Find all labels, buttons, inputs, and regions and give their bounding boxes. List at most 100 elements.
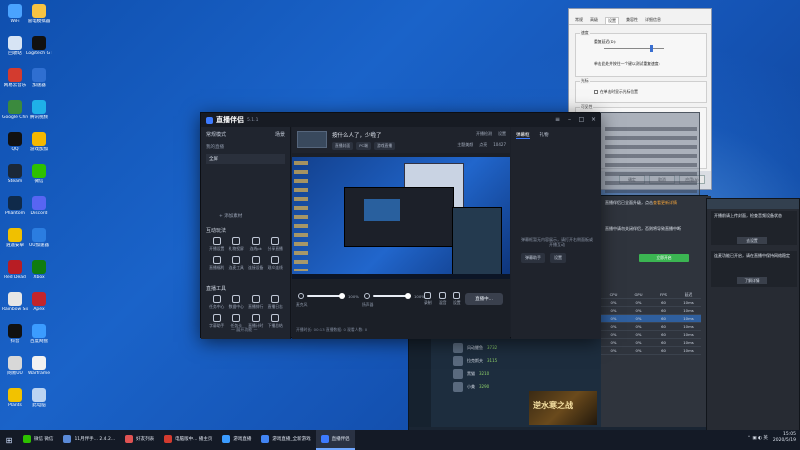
desktop-icon[interactable]: 腾讯视频 [26,100,52,120]
dialog-tab[interactable]: 高级 [590,17,598,24]
tool-item[interactable]: 直播排行 [246,295,266,310]
tool-item[interactable]: 分享直播 [266,237,286,252]
taskbar-item[interactable]: 11月伴手... 2.4.2... [58,430,120,450]
desktop-icon[interactable]: Google Chrome [2,100,28,120]
chat-settings-button[interactable]: 设置 [550,253,566,263]
desktop-icon[interactable]: Red Dead [2,260,28,280]
desktop-icon[interactable]: Logitech G HUB [26,36,52,56]
desktop-icon[interactable]: 网易云音乐 [2,68,28,88]
tool-item[interactable]: 观众连线 [266,256,286,271]
popup-learn-more-button[interactable]: 了解详情 [737,277,767,284]
clock[interactable]: 15:05 2020/5/19 [773,432,796,444]
mixer-control[interactable]: 混音 [439,292,447,306]
windows-start-icon[interactable]: ⊞ [0,430,18,450]
desktop-icon[interactable]: 游戏加加 [26,132,52,152]
tool-item[interactable]: 连接设备 [246,256,266,271]
stats-row[interactable]: 0% 0% 60 10ms [601,315,701,323]
popup-settings-button[interactable]: 去设置 [737,237,767,244]
dialog-tab[interactable]: 详细信息 [645,17,661,24]
viewer-item[interactable]: 拉克斯夫 3115 [453,354,603,367]
desktop-icon[interactable]: 加速器 [26,68,52,88]
stats-row[interactable]: 0% 0% 60 10ms [601,339,701,347]
header-action[interactable]: 开播检测 [476,131,492,137]
mic-icon[interactable] [298,293,304,299]
tray-icons[interactable]: ⌃ ▣ ◐ 英 [747,435,768,441]
desktop-icon[interactable]: 雷电模拟器 [26,4,52,24]
tool-item[interactable]: 开播设置 [207,237,227,252]
speaker-slider-knob[interactable] [405,293,411,299]
desktop-icon[interactable]: 百度网盘 [26,324,52,344]
desktop-icon[interactable]: 逍遥安卓 [2,228,28,248]
dialog-tab[interactable]: 兼容性 [626,17,638,24]
tool-item[interactable]: 数据中心 [227,295,247,310]
taskbar-item[interactable]: 微信 微信 [18,430,58,450]
maximize-icon[interactable]: □ [578,116,585,123]
add-source-button[interactable]: + 添加素材 [219,213,242,219]
taskbar-item[interactable]: 游戏直播 [217,430,256,450]
close-icon[interactable]: × [590,116,597,123]
mic-slider[interactable] [307,293,345,299]
cursor-check-row[interactable]: 在单击时显示光标位置 [594,89,638,95]
tool-item[interactable]: 下播总结 [266,314,286,329]
dialog-tab[interactable]: 常规 [575,17,583,24]
viewer-item[interactable]: 黑猫 3210 [453,367,603,380]
minimize-icon[interactable]: – [566,116,573,123]
menu-icon[interactable]: ≡ [554,116,561,123]
taskbar-item[interactable]: 游戏直播_全新游戏 [256,430,315,450]
desktop-icon[interactable]: 回收站 [2,36,28,56]
cover-thumbnail[interactable] [297,131,327,148]
header-action[interactable]: 点亮 [479,142,487,148]
speaker-icon[interactable] [364,293,370,299]
desktop-icon[interactable]: 网易UU [2,356,28,376]
speaker-slider[interactable] [373,293,411,299]
stats-row[interactable]: 0% 0% 60 10ms [601,323,701,331]
tool-item[interactable]: 礼物投屏 [227,237,247,252]
desktop-icon[interactable]: QQ [2,132,28,152]
tool-item[interactable]: 连线pk [246,237,266,252]
room-tag[interactable]: 游戏直播 [373,142,396,150]
desktop-icon[interactable]: 抖音 [2,324,28,344]
chat-helper-button[interactable]: 弹幕助手 [521,253,545,263]
desktop-icon[interactable]: 微信 [26,164,52,184]
tool-item[interactable]: 字幕助手 [207,314,227,329]
tool-item[interactable]: 连麦工具 [227,256,247,271]
record-control[interactable]: 录制 [424,292,432,306]
taskbar-item[interactable]: 直播伴侣 [315,430,355,450]
desktop-icon[interactable]: Steam [2,164,28,184]
tool-item[interactable]: 直播日志 [266,295,286,310]
header-action[interactable]: 10427 [493,142,506,148]
viewer-item[interactable]: 风动鲤鱼 3732 [453,341,603,354]
repeat-delay-slider[interactable] [604,48,664,49]
room-tag[interactable]: 直播封面 [332,142,354,150]
enable-button[interactable]: 立即开启 [639,254,689,262]
mic-slider-knob[interactable] [339,293,345,299]
tab-gifts[interactable]: 礼物 [540,132,549,139]
header-action[interactable]: 设置 [498,131,506,137]
desktop-icon[interactable]: Apex [26,292,52,312]
desktop-icon[interactable]: WiFi [2,4,28,24]
repeat-delay-thumb[interactable] [650,45,653,52]
scene-mode-dropdown[interactable]: 常规模式 [206,131,226,138]
stream-preview[interactable] [292,157,510,279]
settings-control[interactable]: 设置 [453,292,461,306]
edit-title-icon[interactable]: ✎ [372,131,376,137]
desktop-icon[interactable]: Xbox [26,260,52,280]
expand-tools-link[interactable]: — 展开功能 — [231,327,258,333]
source-item-fullscreen[interactable]: 全屏 [206,154,285,164]
desktop-icon[interactable]: 此电脑 [26,388,52,408]
stats-row[interactable]: 0% 0% 60 10ms [601,347,701,355]
desktop-icon[interactable]: Discord [26,196,52,216]
desktop-icon[interactable]: UU加速器 [26,228,52,248]
go-live-button[interactable]: 直播中... [465,293,503,305]
taskbar-item[interactable]: 好友列表 [120,430,159,450]
header-action[interactable]: 主题美颜 [457,142,473,148]
cursor-checkbox[interactable] [594,90,598,94]
taskbar-item[interactable]: 电脑版中... 播主页 [159,430,217,450]
desktop-icon[interactable]: Plants [2,388,28,408]
scene-button[interactable]: 场景 [275,131,285,138]
tab-danmaku[interactable]: 弹幕框 [516,132,530,139]
notice-link[interactable]: 查看更新详情 [653,200,677,205]
stats-row[interactable]: 0% 0% 60 10ms [601,307,701,315]
stats-row[interactable]: 0% 0% 60 10ms [601,299,701,307]
desktop-icon[interactable]: Warframe [26,356,52,376]
